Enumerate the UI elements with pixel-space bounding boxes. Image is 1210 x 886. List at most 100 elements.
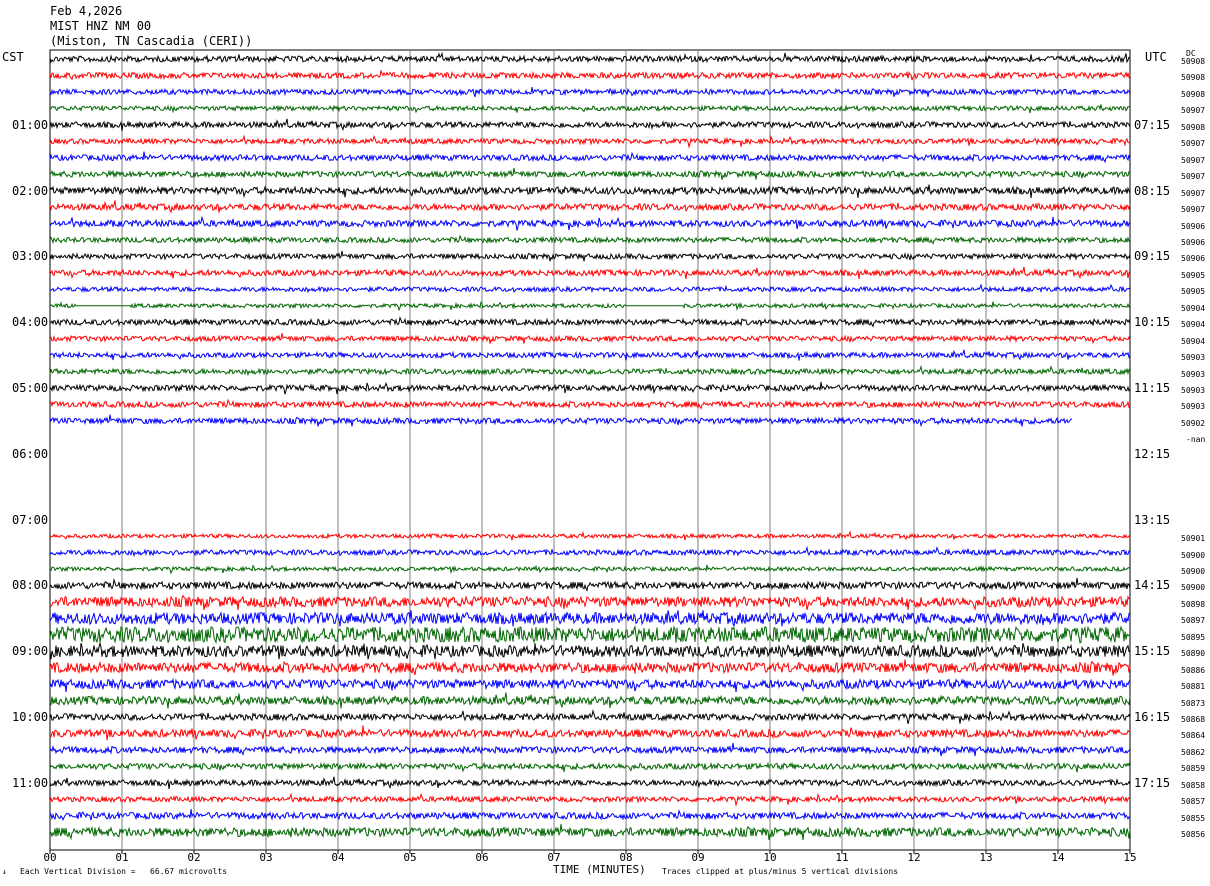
plot-frame <box>49 49 1131 851</box>
trace-line <box>49 134 1131 149</box>
dc-offset-label: 50881 <box>1181 682 1206 692</box>
trace-line <box>49 641 1131 660</box>
trace-line <box>49 742 1131 757</box>
trace-line <box>49 283 1131 294</box>
trace-line <box>49 51 1131 64</box>
right-hour-label: 08:15 <box>1134 183 1171 198</box>
x-tick-label: 06 <box>475 851 489 864</box>
dc-offset-label: 50900 <box>1181 566 1206 576</box>
trace-line <box>49 414 1073 428</box>
footer-clip-note: Traces clipped at plus/minus 5 vertical … <box>662 867 899 876</box>
dc-offset-label: 50903 <box>1181 369 1206 379</box>
left-hour-label: 06:00 <box>12 446 49 461</box>
x-tick-label: 09 <box>691 851 705 864</box>
header-date: Feb 4,2026 <box>50 4 123 18</box>
dc-offset-label: 50906 <box>1181 221 1206 231</box>
trace-line <box>49 87 1131 98</box>
trace-line <box>49 70 1131 81</box>
dc-offset-label: 50907 <box>1181 155 1206 165</box>
trace-line <box>49 151 1131 164</box>
right-hour-label: 12:15 <box>1134 446 1171 461</box>
dc-offset-label: 50907 <box>1181 106 1206 116</box>
trace-line <box>49 725 1131 741</box>
footer-division-note: Each Vertical Division = 66.67 microvolt… <box>20 867 228 876</box>
dc-offset-label: 50908 <box>1181 122 1206 132</box>
dc-offset-label: 50855 <box>1181 813 1206 823</box>
right-hour-label: 10:15 <box>1134 315 1171 330</box>
dc-offset-label: 50908 <box>1181 57 1206 66</box>
dc-offset-label: 50900 <box>1181 583 1206 593</box>
left-hour-label: 01:00 <box>12 117 49 132</box>
trace-line <box>49 184 1131 199</box>
seismogram-plot <box>49 49 1131 854</box>
dc-offset-label: 50890 <box>1181 649 1206 659</box>
dc-offset-label: 50907 <box>1181 205 1206 215</box>
dc-offset-label: 50897 <box>1181 616 1206 626</box>
trace-line <box>49 594 1130 611</box>
dc-offset-label: -nan <box>1186 435 1206 445</box>
x-tick-label: 04 <box>331 851 345 864</box>
trace-line <box>49 709 1131 725</box>
right-hour-label: 15:15 <box>1134 644 1171 659</box>
dc-offset-label: 50864 <box>1181 731 1206 741</box>
dc-offset-label: 50905 <box>1181 270 1206 280</box>
dc-offset-label: 50904 <box>1181 303 1206 313</box>
left-hour-label: 11:00 <box>12 775 49 790</box>
left-hour-label: 02:00 <box>12 183 49 198</box>
trace-line <box>49 761 1131 773</box>
trace-line <box>49 808 1130 822</box>
dc-offset-label: 50904 <box>1181 320 1206 330</box>
trace-line <box>49 349 1131 361</box>
trace-line <box>49 624 1131 644</box>
x-axis-label: TIME (MINUTES) <box>553 863 646 876</box>
trace-line <box>49 250 1131 262</box>
left-hour-label: 03:00 <box>12 249 49 264</box>
trace-line <box>49 776 1131 790</box>
x-tick-label: 00 <box>43 851 57 864</box>
x-tick-label: 02 <box>187 851 201 864</box>
trace-line <box>49 234 1131 245</box>
trace-line <box>49 659 1131 676</box>
dc-offset-label: 50906 <box>1181 254 1206 264</box>
dc-offset-label: 50907 <box>1181 139 1206 149</box>
dc-offset-label: 50900 <box>1181 550 1206 560</box>
header-station: (Miston, TN Cascadia (CERI)) <box>50 34 253 48</box>
trace-line <box>49 577 1131 592</box>
right-hour-label: 07:15 <box>1134 117 1171 132</box>
right-hour-label: 13:15 <box>1134 512 1171 527</box>
left-timezone-label: CST <box>2 50 24 64</box>
dc-offset-label: 50858 <box>1181 780 1206 790</box>
trace-line <box>49 677 1131 693</box>
dc-offset-label: 50908 <box>1181 73 1206 83</box>
dc-offset-label: 50898 <box>1181 599 1206 609</box>
trace-line <box>49 316 1131 328</box>
trace-line <box>49 364 1131 377</box>
dc-offset-label: 50908 <box>1181 89 1206 99</box>
trace-line <box>49 333 1131 345</box>
trace-line <box>49 610 1131 627</box>
footer-arrow-mark: ↓ <box>2 867 7 876</box>
dc-offset-label: 50903 <box>1181 353 1206 363</box>
dc-offset-label: 50873 <box>1181 698 1206 708</box>
trace-line <box>49 200 1131 214</box>
right-hour-label: 17:15 <box>1134 775 1171 790</box>
trace-line <box>49 692 1131 709</box>
dc-offset-label: 50907 <box>1181 172 1206 182</box>
left-hour-label: 09:00 <box>12 644 49 659</box>
x-tick-label: 13 <box>979 851 993 864</box>
right-hour-label: 11:15 <box>1134 381 1171 395</box>
trace-line <box>49 564 1131 575</box>
dc-offset-label: 50901 <box>1181 534 1206 544</box>
left-hour-label: 10:00 <box>12 710 49 724</box>
left-hour-label: 04:00 <box>12 315 49 330</box>
trace-line <box>49 398 1131 410</box>
left-hour-label: 07:00 <box>12 512 49 527</box>
trace-line <box>49 118 1131 132</box>
dc-offset-label: 50862 <box>1181 747 1206 757</box>
trace-line <box>49 104 1130 114</box>
trace-line <box>49 215 1131 231</box>
dc-offset-label: 50859 <box>1181 764 1206 774</box>
x-tick-label: 12 <box>907 851 921 864</box>
trace-line <box>49 530 1131 541</box>
x-tick-label: 03 <box>259 851 273 864</box>
